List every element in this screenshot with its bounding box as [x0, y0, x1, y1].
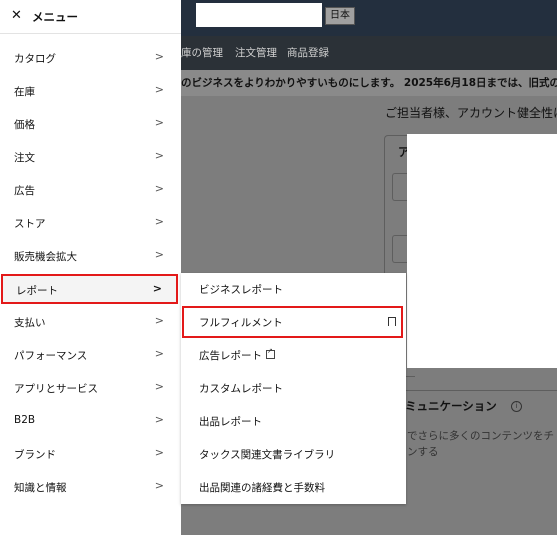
submenu-item-ad-reports[interactable]: 広告レポート: [181, 339, 406, 372]
menu-item-inventory[interactable]: 在庫 >: [0, 75, 181, 108]
menu-item-growth[interactable]: 販売機会拡大 >: [0, 240, 181, 273]
menu-title: メニュー: [32, 10, 78, 24]
menu-item-brand[interactable]: ブランド >: [0, 438, 181, 471]
chevron-right-icon: >: [154, 50, 164, 63]
nav-link-orders[interactable]: 注文管理: [235, 45, 277, 60]
chevron-right-icon: >: [154, 314, 164, 327]
communication-line: でさらに多くのコンテンツをチ: [407, 430, 554, 442]
menu-item-label: 在庫: [14, 86, 35, 98]
nav-link-catalog[interactable]: 商品登録: [287, 45, 329, 60]
menu-item-label: 支払い: [14, 317, 46, 329]
menu-item-label: 知識と情報: [14, 482, 67, 494]
menu-item-store[interactable]: ストア >: [0, 207, 181, 240]
submenu-item-fees[interactable]: 出品関連の諸経費と手数料: [181, 471, 406, 504]
menu-item-label: 販売機会拡大: [14, 251, 77, 263]
submenu-item-label: ビジネスレポート: [199, 284, 283, 296]
menu-item-label: 広告: [14, 185, 35, 197]
chevron-right-icon: >: [154, 380, 164, 393]
menu-item-label: アプリとサービス: [14, 383, 98, 395]
greeting-text: ご担当者様、アカウント健全性に: [385, 106, 557, 120]
submenu-item-label-wrap: 広告レポート: [199, 347, 275, 363]
menu-item-label: 価格: [14, 119, 35, 131]
reports-submenu: ビジネスレポート フルフィルメント 広告レポート カスタムレポート 出品レポート…: [181, 273, 406, 504]
bookmark-icon[interactable]: [388, 317, 396, 330]
menu-item-apps-services[interactable]: アプリとサービス >: [0, 372, 181, 405]
language-selector[interactable]: 日本: [325, 7, 355, 25]
menu-header: ✕ メニュー: [0, 0, 181, 34]
menu-item-b2b[interactable]: B2B >: [0, 405, 181, 438]
menu-item-label: カタログ: [14, 53, 56, 65]
submenu-item-label: カスタムレポート: [199, 383, 283, 395]
info-icon[interactable]: i: [511, 401, 522, 412]
menu-item-label: 注文: [14, 152, 35, 164]
banner-text: のビジネスをよりわかりやすいものにします。 2025年6月18日までは、旧式のエ: [181, 77, 557, 89]
menu-item-label: パフォーマンス: [14, 350, 88, 362]
close-icon[interactable]: ✕: [11, 8, 22, 23]
external-link-icon: [266, 347, 275, 359]
chevron-right-icon: >: [154, 182, 164, 195]
submenu-item-business-reports[interactable]: ビジネスレポート: [181, 273, 406, 306]
side-menu: ✕ メニュー カタログ > 在庫 > 価格 > 注文 > 広告 > ストア > 販売機会拡大…: [0, 0, 181, 535]
submenu-item-label: フルフィルメント: [199, 317, 283, 329]
search-box[interactable]: [196, 3, 322, 27]
chevron-right-icon: >: [154, 149, 164, 162]
chevron-right-icon: >: [152, 282, 162, 295]
communication-line: ンする: [407, 446, 439, 458]
submenu-item-tax-library[interactable]: タックス関連文書ライブラリ: [181, 438, 406, 471]
chevron-right-icon: >: [154, 347, 164, 360]
divider: [384, 390, 557, 391]
submenu-item-label: 出品関連の諸経費と手数料: [199, 482, 325, 494]
menu-item-label: ストア: [14, 218, 46, 230]
menu-item-label: ブランド: [14, 449, 56, 461]
communication-title: ミュニケーション: [405, 399, 497, 413]
menu-item-advertising[interactable]: 広告 >: [0, 174, 181, 207]
menu-item-payments[interactable]: 支払い >: [0, 306, 181, 339]
card-white-area: [407, 134, 557, 368]
menu-item-label: B2B: [14, 414, 36, 426]
chevron-right-icon: >: [154, 248, 164, 261]
submenu-item-custom-reports[interactable]: カスタムレポート: [181, 372, 406, 405]
menu-item-reports[interactable]: レポート >: [1, 274, 178, 304]
menu-item-performance[interactable]: パフォーマンス >: [0, 339, 181, 372]
chevron-right-icon: >: [154, 413, 164, 426]
submenu-item-label: タックス関連文書ライブラリ: [199, 449, 336, 461]
menu-item-orders[interactable]: 注文 >: [0, 141, 181, 174]
chevron-right-icon: >: [154, 479, 164, 492]
menu-item-catalog[interactable]: カタログ >: [0, 42, 181, 75]
menu-item-label: レポート: [16, 285, 58, 297]
menu-item-learn[interactable]: 知識と情報 >: [0, 471, 181, 504]
submenu-item-fulfillment[interactable]: フルフィルメント: [182, 306, 403, 338]
submenu-item-listing-reports[interactable]: 出品レポート: [181, 405, 406, 438]
chevron-right-icon: >: [154, 116, 164, 129]
submenu-item-label: 広告レポート: [199, 350, 262, 362]
chevron-right-icon: >: [154, 83, 164, 96]
menu-item-pricing[interactable]: 価格 >: [0, 108, 181, 141]
submenu-item-label: 出品レポート: [199, 416, 262, 428]
nav-link-inventory[interactable]: 庫の管理: [181, 45, 223, 60]
chevron-right-icon: >: [154, 215, 164, 228]
chevron-right-icon: >: [154, 446, 164, 459]
